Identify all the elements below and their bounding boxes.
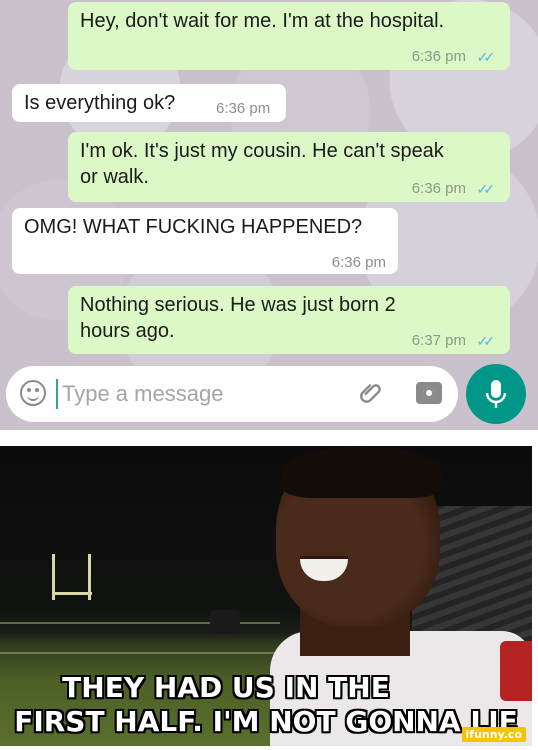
camera-icon[interactable] bbox=[416, 382, 442, 404]
message-text: Hey, don't wait for me. I'm at the hospi… bbox=[80, 10, 445, 32]
message-input-placeholder[interactable]: Type a message bbox=[62, 381, 223, 407]
ifunny-watermark: ifunny.co bbox=[461, 727, 526, 742]
message-time: 6:36 pm bbox=[411, 48, 466, 65]
message-bubble-outgoing: Hey, don't wait for me. I'm at the hospi… bbox=[68, 2, 510, 70]
goalpost bbox=[52, 592, 92, 595]
message-text-line: Nothing serious. He was just born 2 bbox=[80, 294, 396, 316]
emoji-icon[interactable] bbox=[20, 380, 46, 406]
player-hair bbox=[282, 446, 442, 498]
message-bubble-incoming: Is everything ok? 6:36 pm bbox=[12, 84, 286, 122]
message-text-line: I'm ok. It's just my cousin. He can't sp… bbox=[80, 140, 444, 162]
paperclip-icon[interactable] bbox=[358, 380, 384, 406]
microphone-icon bbox=[485, 380, 507, 408]
read-ticks-icon: ✓✓ bbox=[476, 181, 496, 197]
message-time: 6:37 pm bbox=[411, 332, 466, 349]
meme-image: THEY HAD US IN THE FIRST HALF. I'M NOT G… bbox=[0, 446, 532, 746]
message-bubble-outgoing: Nothing serious. He was just born 2 hour… bbox=[68, 286, 510, 354]
message-time: 6:36 pm bbox=[216, 100, 271, 117]
read-ticks-icon: ✓✓ bbox=[476, 49, 496, 65]
field-line bbox=[0, 652, 280, 654]
microphone-button[interactable] bbox=[466, 364, 526, 424]
chat-screenshot: Hey, don't wait for me. I'm at the hospi… bbox=[0, 0, 538, 430]
meme-caption-line: THEY HAD US IN THE bbox=[62, 671, 390, 704]
shirt-stripe bbox=[500, 641, 532, 701]
meme-caption-line: FIRST HALF. I'M NOT GONNA LIE bbox=[14, 705, 518, 738]
read-ticks-icon: ✓✓ bbox=[476, 333, 496, 349]
players bbox=[210, 610, 240, 634]
message-text: OMG! WHAT FUCKING HAPPENED? bbox=[24, 216, 363, 238]
message-time: 6:36 pm bbox=[331, 254, 386, 271]
message-bubble-incoming: OMG! WHAT FUCKING HAPPENED? 6:36 pm bbox=[12, 208, 398, 274]
message-bubble-outgoing: I'm ok. It's just my cousin. He can't sp… bbox=[68, 132, 510, 202]
text-cursor bbox=[56, 379, 58, 409]
message-time: 6:36 pm bbox=[411, 180, 466, 197]
message-input-bar[interactable]: Type a message bbox=[6, 366, 458, 422]
